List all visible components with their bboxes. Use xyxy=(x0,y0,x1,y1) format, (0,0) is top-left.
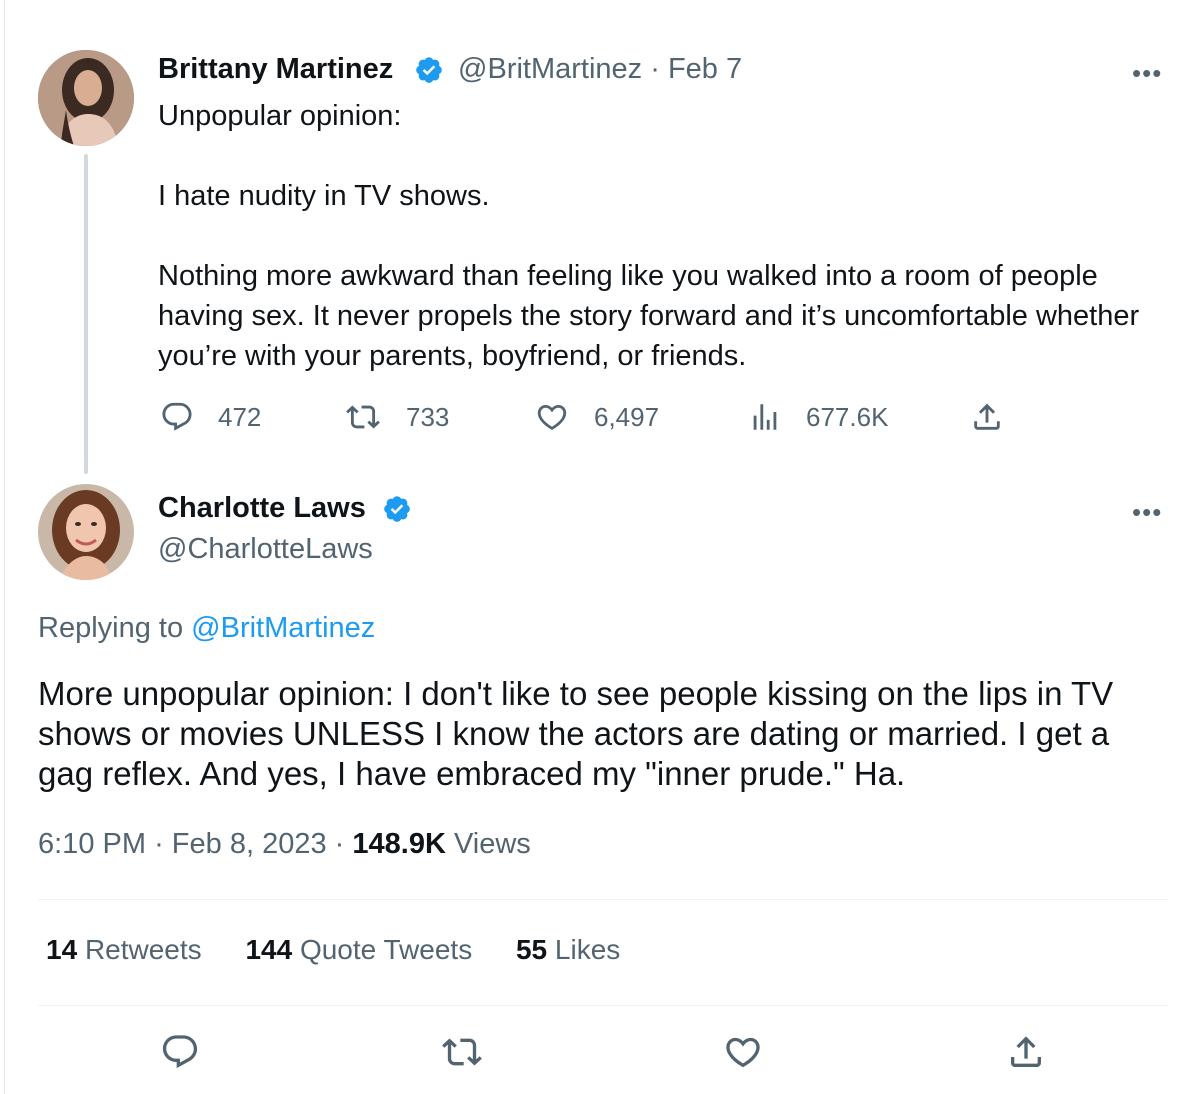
tweet-text: More unpopular opinion: I don't like to … xyxy=(38,675,1114,792)
engagement-stats: 14 Retweets 144 Quote Tweets 55 Likes xyxy=(46,934,656,966)
share-button[interactable] xyxy=(1006,1032,1046,1077)
retweets-stat[interactable]: 14 Retweets xyxy=(46,934,202,966)
replying-to: Replying to @BritMartinez xyxy=(38,612,375,645)
likes-stat[interactable]: 55 Likes xyxy=(516,934,620,966)
more-options-button[interactable]: ••• xyxy=(1132,497,1162,528)
tweet-date[interactable]: Feb 8, 2023 xyxy=(172,828,327,860)
reply-button[interactable] xyxy=(160,1032,200,1077)
separator: · xyxy=(154,828,164,860)
share-icon xyxy=(1011,1036,1041,1067)
avatar-charlotte[interactable] xyxy=(38,484,134,580)
reply-icon xyxy=(162,1035,198,1069)
replying-to-mention[interactable]: @BritMartinez xyxy=(191,612,375,644)
replying-to-label: Replying to xyxy=(38,612,184,644)
verified-badge-icon xyxy=(384,496,410,522)
author-name[interactable]: Brittany Martinez xyxy=(158,53,393,86)
more-options-button[interactable]: ••• xyxy=(1132,58,1162,89)
quote-tweets-label: Quote Tweets xyxy=(299,934,473,965)
heart-icon xyxy=(726,1037,760,1068)
views-count: 677.6K xyxy=(806,401,889,432)
author-handle[interactable]: @CharlotteLaws xyxy=(158,533,373,566)
views-button[interactable]: 677.6K xyxy=(748,400,888,434)
retweets-count: 14 xyxy=(46,934,78,965)
retweet-button[interactable]: 733 xyxy=(344,400,449,434)
separator: · xyxy=(650,53,660,85)
like-button[interactable]: 6,497 xyxy=(534,400,659,434)
divider xyxy=(38,899,1168,900)
retweet-count: 733 xyxy=(406,401,450,432)
quote-tweets-stat[interactable]: 144 Quote Tweets xyxy=(245,934,472,966)
retweet-icon xyxy=(346,405,380,429)
avatar-brittany[interactable] xyxy=(38,50,134,146)
handle-date: @BritMartinez · Feb 7 xyxy=(458,53,742,86)
tweet-time[interactable]: 6:10 PM xyxy=(38,828,146,860)
views-count: 148.9K xyxy=(352,828,446,860)
thread-connector xyxy=(84,154,88,474)
share-icon xyxy=(974,403,1000,430)
views-label: Views xyxy=(453,828,531,860)
tweet-date[interactable]: Feb 7 xyxy=(668,53,742,85)
separator: · xyxy=(334,828,345,860)
reply-button[interactable]: 472 xyxy=(160,400,261,434)
like-count: 6,497 xyxy=(594,401,660,432)
share-button[interactable] xyxy=(970,400,1028,434)
retweets-label: Retweets xyxy=(84,934,202,965)
likes-count: 55 xyxy=(515,934,548,965)
reply-count: 472 xyxy=(218,401,262,432)
heart-icon xyxy=(537,404,567,430)
author-name[interactable]: Charlotte Laws xyxy=(158,492,366,525)
likes-label: Likes xyxy=(554,934,621,965)
author-handle[interactable]: @BritMartinez xyxy=(458,53,642,85)
quote-tweets-count: 144 xyxy=(245,934,293,965)
divider xyxy=(38,1005,1168,1006)
retweet-button[interactable] xyxy=(440,1032,484,1077)
like-button[interactable] xyxy=(722,1032,764,1077)
verified-badge-icon xyxy=(416,57,442,83)
reply-icon xyxy=(162,402,192,431)
tweet-text: Unpopular opinion: I hate nudity in TV s… xyxy=(158,100,1140,372)
tweet-metadata: 6:10 PM · Feb 8, 2023 · 148.9K Views xyxy=(38,828,531,861)
analytics-icon xyxy=(753,404,777,430)
retweet-icon xyxy=(442,1038,482,1066)
left-border xyxy=(4,0,5,1094)
